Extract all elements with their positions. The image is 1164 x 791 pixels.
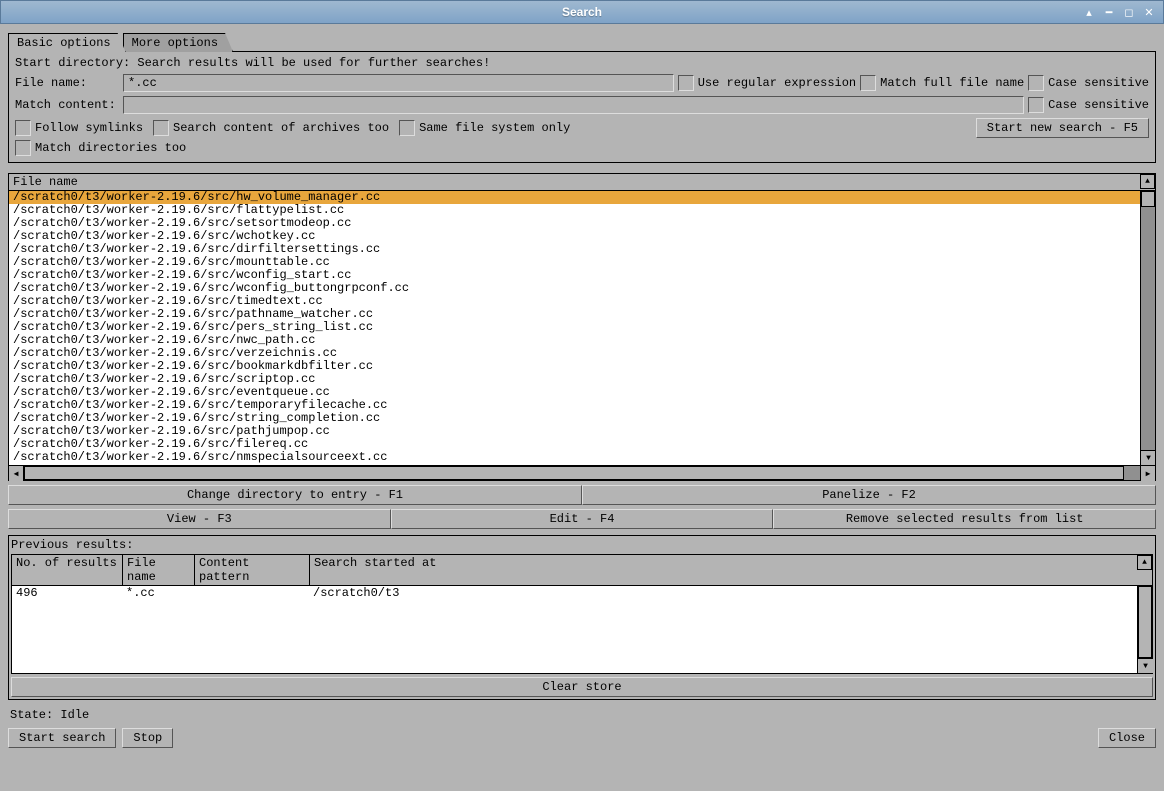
- tab-basic-label: Basic options: [17, 36, 111, 50]
- results-horizontal-scrollbar[interactable]: ◀ ▶: [9, 465, 1155, 480]
- filename-label: File name:: [15, 76, 119, 90]
- results-header-filename[interactable]: File name: [9, 174, 1140, 190]
- previous-results-panel: Previous results: No. of results File na…: [8, 535, 1156, 700]
- result-row[interactable]: /scratch0/t3/worker-2.19.6/src/wconfig_s…: [9, 269, 1140, 282]
- result-row[interactable]: /scratch0/t3/worker-2.19.6/src/wchotkey.…: [9, 230, 1140, 243]
- match-full-checkbox[interactable]: [860, 75, 876, 91]
- rollup-icon[interactable]: ▴: [1081, 4, 1097, 20]
- scrollbar-thumb[interactable]: [1138, 586, 1152, 658]
- result-row[interactable]: /scratch0/t3/worker-2.19.6/src/pathjumpo…: [9, 425, 1140, 438]
- result-row[interactable]: /scratch0/t3/worker-2.19.6/src/nwc_path.…: [9, 334, 1140, 347]
- result-row[interactable]: /scratch0/t3/worker-2.19.6/src/temporary…: [9, 399, 1140, 412]
- search-archives-checkbox[interactable]: [153, 120, 169, 136]
- regex-checkbox[interactable]: [678, 75, 694, 91]
- scrollbar-thumb[interactable]: [24, 466, 1124, 480]
- result-row[interactable]: /scratch0/t3/worker-2.19.6/src/wconfig_b…: [9, 282, 1140, 295]
- result-row[interactable]: /scratch0/t3/worker-2.19.6/src/verzeichn…: [9, 347, 1140, 360]
- same-fs-checkbox[interactable]: [399, 120, 415, 136]
- scroll-up-icon[interactable]: ▲: [1140, 174, 1155, 189]
- scroll-right-icon[interactable]: ▶: [1140, 466, 1155, 481]
- result-row[interactable]: /scratch0/t3/worker-2.19.6/src/timedtext…: [9, 295, 1140, 308]
- case-sensitive2-label: Case sensitive: [1048, 98, 1149, 112]
- state-value: Idle: [60, 708, 89, 722]
- prev-vertical-scrollbar[interactable]: ▼: [1137, 586, 1152, 673]
- titlebar: Search ▴ ━ ◻ ✕: [0, 0, 1164, 24]
- result-row[interactable]: /scratch0/t3/worker-2.19.6/src/pers_stri…: [9, 321, 1140, 334]
- regex-label: Use regular expression: [698, 76, 856, 90]
- scrollbar-thumb[interactable]: [1141, 191, 1155, 207]
- stop-button[interactable]: Stop: [122, 728, 173, 748]
- result-row[interactable]: /scratch0/t3/worker-2.19.6/src/string_co…: [9, 412, 1140, 425]
- result-row[interactable]: /scratch0/t3/worker-2.19.6/src/filereq.c…: [9, 438, 1140, 451]
- result-row[interactable]: /scratch0/t3/worker-2.19.6/src/bookmarkd…: [9, 360, 1140, 373]
- prev-header-started[interactable]: Search started at: [309, 555, 1137, 585]
- previous-results-list[interactable]: 496*.cc/scratch0/t3: [12, 586, 1137, 673]
- result-row[interactable]: /scratch0/t3/worker-2.19.6/src/hw_volume…: [9, 191, 1140, 204]
- follow-symlinks-checkbox[interactable]: [15, 120, 31, 136]
- prev-header-count[interactable]: No. of results: [12, 555, 122, 585]
- tab-more-label: More options: [132, 36, 218, 50]
- result-row[interactable]: /scratch0/t3/worker-2.19.6/src/scriptop.…: [9, 373, 1140, 386]
- follow-symlinks-label: Follow symlinks: [35, 121, 143, 135]
- result-row[interactable]: /scratch0/t3/worker-2.19.6/src/flattypel…: [9, 204, 1140, 217]
- same-fs-label: Same file system only: [419, 121, 570, 135]
- scroll-down-icon[interactable]: ▼: [1141, 450, 1155, 465]
- match-dirs-label: Match directories too: [35, 141, 186, 155]
- match-full-label: Match full file name: [880, 76, 1024, 90]
- tab-more-options[interactable]: More options: [123, 33, 233, 52]
- match-dirs-checkbox[interactable]: [15, 140, 31, 156]
- maximize-icon[interactable]: ◻: [1121, 4, 1137, 20]
- match-content-input[interactable]: [123, 96, 1024, 114]
- case-sensitive2-checkbox[interactable]: [1028, 97, 1044, 113]
- result-row[interactable]: /scratch0/t3/worker-2.19.6/src/eventqueu…: [9, 386, 1140, 399]
- tab-basic-options[interactable]: Basic options: [8, 33, 126, 52]
- filename-input[interactable]: [123, 74, 674, 92]
- case-sensitive-checkbox[interactable]: [1028, 75, 1044, 91]
- results-list[interactable]: /scratch0/t3/worker-2.19.6/src/hw_volume…: [9, 191, 1140, 465]
- state-label: State:: [10, 708, 53, 722]
- result-row[interactable]: /scratch0/t3/worker-2.19.6/src/mounttabl…: [9, 256, 1140, 269]
- view-button[interactable]: View - F3: [8, 509, 391, 529]
- remove-results-button[interactable]: Remove selected results from list: [773, 509, 1156, 529]
- panelize-button[interactable]: Panelize - F2: [582, 485, 1156, 505]
- window-title: Search: [562, 5, 602, 19]
- close-icon[interactable]: ✕: [1141, 4, 1157, 20]
- results-panel: File name ▲ /scratch0/t3/worker-2.19.6/s…: [8, 173, 1156, 481]
- prev-header-pattern[interactable]: Content pattern: [194, 555, 309, 585]
- prev-header-filename[interactable]: File name: [122, 555, 194, 585]
- result-row[interactable]: /scratch0/t3/worker-2.19.6/src/nmspecial…: [9, 451, 1140, 464]
- previous-results-title: Previous results:: [11, 538, 1153, 552]
- search-archives-label: Search content of archives too: [173, 121, 389, 135]
- scroll-left-icon[interactable]: ◀: [9, 466, 24, 481]
- start-search-button[interactable]: Start search: [8, 728, 116, 748]
- edit-button[interactable]: Edit - F4: [391, 509, 774, 529]
- case-sensitive-label: Case sensitive: [1048, 76, 1149, 90]
- minimize-icon[interactable]: ━: [1101, 4, 1117, 20]
- clear-store-button[interactable]: Clear store: [11, 677, 1153, 697]
- options-panel: Start directory: Search results will be …: [8, 51, 1156, 163]
- scroll-down-icon[interactable]: ▼: [1138, 658, 1153, 673]
- start-new-search-button[interactable]: Start new search - F5: [976, 118, 1149, 138]
- results-vertical-scrollbar[interactable]: ▼: [1140, 191, 1155, 465]
- cd-entry-button[interactable]: Change directory to entry - F1: [8, 485, 582, 505]
- result-row[interactable]: /scratch0/t3/worker-2.19.6/src/pathname_…: [9, 308, 1140, 321]
- match-content-label: Match content:: [15, 98, 119, 112]
- result-row[interactable]: /scratch0/t3/worker-2.19.6/src/dirfilter…: [9, 243, 1140, 256]
- scroll-up-icon[interactable]: ▲: [1137, 555, 1152, 570]
- previous-result-row[interactable]: 496*.cc/scratch0/t3: [12, 586, 1137, 600]
- result-row[interactable]: /scratch0/t3/worker-2.19.6/src/setsortmo…: [9, 217, 1140, 230]
- close-button[interactable]: Close: [1098, 728, 1156, 748]
- start-directory-info: Start directory: Search results will be …: [15, 56, 1149, 70]
